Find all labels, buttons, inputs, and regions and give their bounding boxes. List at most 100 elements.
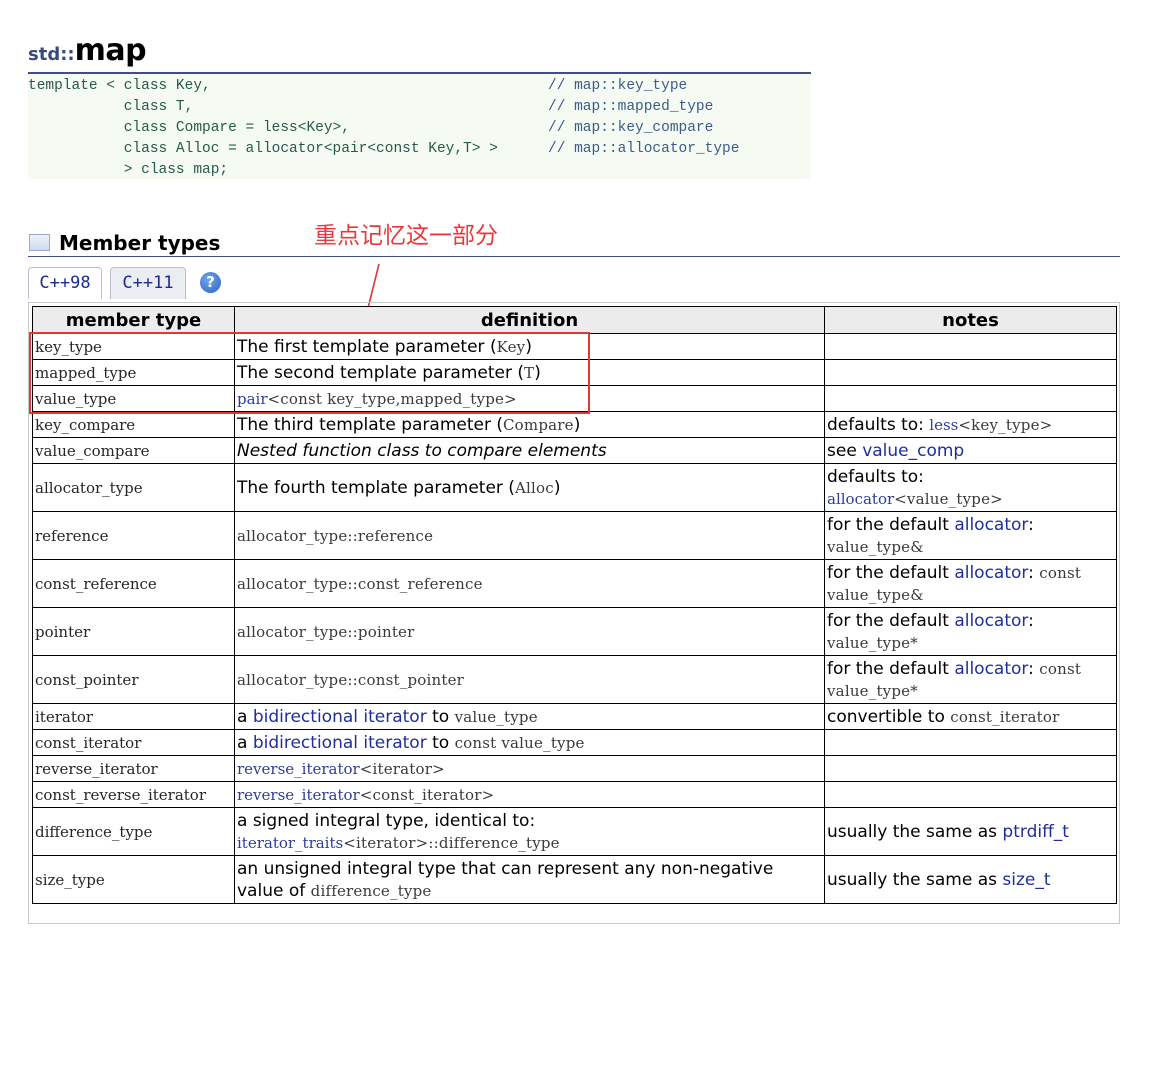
cell-text: for the default: [827, 610, 955, 631]
table-row: const_pointer allocator_type::const_point…: [32, 655, 1117, 704]
cell-text: value_type: [454, 707, 538, 726]
prototype-comment: // map::allocator_type: [548, 141, 740, 157]
member-type-cell: const_reverse_iterator: [32, 781, 235, 808]
doc-link[interactable]: bidirectional iterator: [253, 733, 427, 753]
definition-cell: allocator_type::const_reference: [234, 559, 825, 608]
notes-cell: for the default allocator: const value_ty…: [824, 655, 1117, 704]
cell-text: Nested function class to compare element…: [237, 440, 607, 461]
definition-cell: allocator_type::pointer: [234, 607, 825, 656]
member-type-name: const_iterator: [35, 733, 142, 752]
section-title: Member types: [59, 231, 221, 255]
class-name: map: [74, 33, 147, 68]
doc-link[interactable]: less: [929, 416, 958, 434]
cell-text: usually the same as: [827, 821, 1003, 842]
page-title: std::map: [28, 30, 147, 68]
member-type-name: allocator_type: [35, 478, 143, 497]
cell-text: The third template parameter (: [237, 414, 503, 435]
member-type-name: key_compare: [35, 415, 136, 434]
cell-text: <const_iterator>: [359, 785, 495, 804]
header-member-type: member type: [32, 306, 235, 334]
member-type-name: pointer: [35, 622, 91, 641]
doc-link[interactable]: reverse_iterator: [237, 786, 360, 804]
definition-cell: allocator_type::const_pointer: [234, 655, 825, 704]
table-row: difference_type a signed integral type, i…: [32, 807, 1117, 856]
cell-text: :: [1028, 562, 1040, 583]
doc-link[interactable]: value_comp: [862, 441, 964, 461]
table-row: key_compare The third template parameter …: [32, 411, 1117, 438]
prototype-line: class Alloc = allocator<pair<const Key,T…: [28, 141, 498, 157]
member-type-cell: const_pointer: [32, 655, 235, 704]
cell-text: The fourth template parameter (: [237, 477, 515, 498]
cell-text: a: [237, 706, 253, 727]
cell-text: defaults to:: [827, 414, 930, 435]
tab-cpp11[interactable]: C++11: [110, 267, 186, 299]
table-row: size_type an unsigned integral type that …: [32, 855, 1117, 904]
member-type-cell: reference: [32, 511, 235, 560]
definition-cell: reverse_iterator<const_iterator>: [234, 781, 825, 808]
doc-link[interactable]: allocator: [954, 563, 1028, 583]
doc-link[interactable]: reverse_iterator: [237, 760, 360, 778]
member-type-cell: size_type: [32, 855, 235, 904]
table-header-row: member type definition notes: [32, 306, 1117, 334]
prototype-line: > class map;: [28, 162, 229, 178]
table-row: reference allocator_type::reference for th…: [32, 511, 1117, 560]
cell-text: usually the same as: [827, 869, 1003, 890]
doc-link[interactable]: iterator_traits: [237, 834, 343, 852]
prototype-comment: // map::mapped_type: [548, 99, 714, 115]
notes-cell: for the default allocator: value_type*: [824, 607, 1117, 656]
member-type-name: const_reverse_iterator: [35, 785, 207, 804]
doc-link[interactable]: size_t: [1002, 870, 1050, 890]
notes-cell: [824, 359, 1117, 386]
cell-text: :: [1028, 610, 1034, 631]
cell-text: for the default: [827, 562, 955, 583]
header-definition: definition: [234, 306, 825, 334]
notes-cell: [824, 385, 1117, 412]
prototype-line: template < class Key,: [28, 78, 211, 94]
prototype-block: template < class Key, // map::key_type cl…: [28, 74, 811, 179]
prototype-comment: // map::key_compare: [548, 120, 714, 136]
table-row: allocator_type The fourth template parame…: [32, 463, 1117, 512]
member-type-cell: difference_type: [32, 807, 235, 856]
cell-text: value_type&: [827, 585, 924, 604]
member-type-cell: const_iterator: [32, 729, 235, 756]
doc-link[interactable]: bidirectional iterator: [253, 707, 427, 727]
doc-link[interactable]: allocator: [954, 611, 1028, 631]
cell-text: <value_type>: [894, 489, 1003, 508]
notes-cell: for the default allocator: value_type&: [824, 511, 1117, 560]
definition-cell: a bidirectional iterator to value_type: [234, 703, 825, 730]
section-rule: [28, 256, 1120, 257]
member-type-cell: pointer: [32, 607, 235, 656]
cell-text: for the default: [827, 514, 955, 535]
doc-link[interactable]: ptrdiff_t: [1002, 822, 1069, 842]
member-type-name: size_type: [35, 870, 105, 889]
cell-text: convertible to: [827, 706, 951, 727]
member-type-name: const_reference: [35, 574, 157, 593]
cell-text: defaults to:: [827, 466, 924, 487]
table-row: const_iterator a bidirectional iterator t…: [32, 729, 1117, 756]
table-row: iterator a bidirectional iterator to valu…: [32, 703, 1117, 730]
cell-text: difference_type: [310, 881, 432, 900]
member-type-name: reference: [35, 526, 109, 545]
table-row: const_reverse_iterator reverse_iterator<c…: [32, 781, 1117, 808]
member-type-name: difference_type: [35, 822, 153, 841]
cell-text: value_type&: [827, 537, 924, 556]
cell-text: value_type*: [827, 633, 918, 652]
cell-text: a: [237, 732, 253, 753]
cell-text: allocator_type::const_pointer: [237, 670, 465, 689]
cell-text: const: [1039, 563, 1082, 582]
notes-cell: convertible to const_iterator: [824, 703, 1117, 730]
definition-cell: reverse_iterator<iterator>: [234, 755, 825, 782]
tab-cpp98[interactable]: C++98: [28, 267, 102, 299]
doc-link[interactable]: allocator: [954, 659, 1028, 679]
help-icon[interactable]: ?: [200, 272, 221, 293]
prototype-comment: // map::key_type: [548, 78, 688, 94]
doc-link[interactable]: allocator: [827, 490, 894, 508]
notes-cell: see value_comp: [824, 437, 1117, 464]
cell-text: :: [1028, 514, 1034, 535]
doc-link[interactable]: allocator: [954, 515, 1028, 535]
header-notes: notes: [824, 306, 1117, 334]
notes-cell: usually the same as size_t: [824, 855, 1117, 904]
cell-text: <key_type>: [958, 415, 1053, 434]
cell-text: Alloc: [514, 478, 554, 497]
cell-text: see: [827, 440, 863, 461]
